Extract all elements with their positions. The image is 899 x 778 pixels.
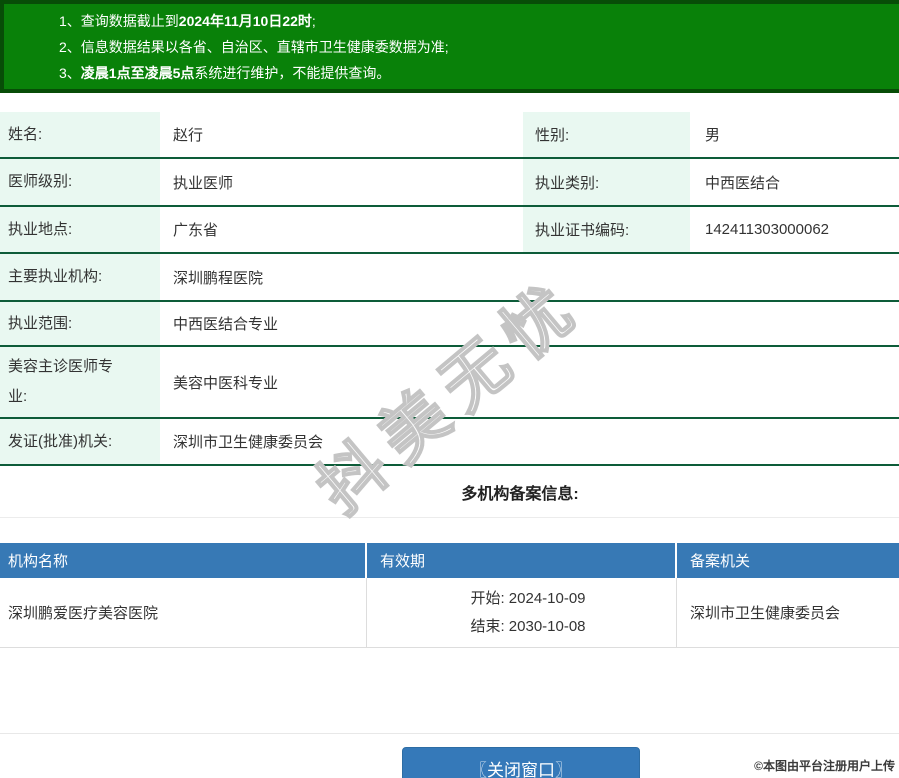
issuing-authority-label: 发证(批准)机关:: [0, 419, 160, 464]
notice-3-text: 3、: [59, 65, 81, 81]
gender-label: 性别:: [523, 112, 690, 157]
column-header-org-name: 机构名称: [0, 543, 367, 578]
practice-scope-label: 执业范围:: [0, 302, 160, 345]
cosmetic-specialty-label: 美容主诊医师专业:: [0, 347, 160, 417]
certificate-number-value: 142411303000062: [705, 221, 830, 238]
profile-row-name-gender: 姓名: 赵行 性别: 男: [0, 112, 899, 159]
cosmetic-specialty-value: 美容中医科专业: [173, 374, 279, 392]
profile-row-location-certno: 执业地点: 广东省 执业证书编码: 142411303000062: [0, 207, 899, 254]
records-table: 机构名称 有效期 备案机关 深圳鹏爱医疗美容医院 开始: 2024-10-09 …: [0, 543, 899, 648]
notice-line-3: 3、凌晨1点至凌晨5点系统进行维护，不能提供查询。: [59, 60, 899, 86]
profile-row-cosmetic-specialty: 美容主诊医师专业: 美容中医科专业: [0, 347, 899, 419]
issuing-authority-value: 深圳市卫生健康委员会: [173, 434, 324, 451]
practice-location-value: 广东省: [173, 222, 219, 239]
notice-1-text: 1、查询数据截止到: [59, 13, 179, 29]
column-header-validity: 有效期: [367, 543, 677, 578]
record-validity: 开始: 2024-10-09 结束: 2030-10-08: [367, 578, 677, 647]
records-section-title: 多机构备案信息:: [461, 486, 579, 503]
profile-row-issuing-authority: 发证(批准)机关: 深圳市卫生健康委员会: [0, 419, 899, 466]
close-window-button[interactable]: 〖关闭窗口〗: [402, 747, 640, 778]
practice-location-label: 执业地点:: [0, 207, 160, 252]
divider: [0, 517, 899, 518]
record-validity-start: 开始: 2024-10-09: [470, 589, 586, 607]
name-label: 姓名:: [0, 112, 160, 157]
profile-row-main-institution: 主要执业机构: 深圳鹏程医院: [0, 254, 899, 302]
doctor-level-label: 医师级别:: [0, 159, 160, 205]
record-authority: 深圳市卫生健康委员会: [690, 605, 841, 622]
record-validity-end: 结束: 2030-10-08: [470, 617, 586, 635]
page-viewport: 1、查询数据截止到2024年11月10日22时; 2、信息数据结果以各省、自治区…: [0, 0, 899, 778]
profile-row-level-category: 医师级别: 执业医师 执业类别: 中西医结合: [0, 159, 899, 207]
name-value: 赵行: [173, 127, 204, 144]
practice-category-value: 中西医结合: [705, 174, 781, 192]
main-institution-label: 主要执业机构:: [0, 254, 160, 300]
doctor-level-value: 执业医师: [173, 174, 234, 192]
notice-3-bold: 凌晨1点至凌晨5点: [80, 65, 195, 81]
notice-2-text: 2、信息数据结果以各省、自治区、直辖市卫生健康委数据为准;: [59, 39, 449, 55]
column-header-record-authority: 备案机关: [690, 553, 751, 570]
practice-scope-value: 中西医结合专业: [173, 316, 279, 333]
main-institution-value: 深圳鹏程医院: [173, 269, 264, 287]
notice-1-suffix: ;: [311, 13, 316, 29]
profile-row-practice-scope: 执业范围: 中西医结合专业: [0, 302, 899, 347]
practice-category-label: 执业类别:: [523, 159, 690, 205]
record-row: 深圳鹏爱医疗美容医院 开始: 2024-10-09 结束: 2030-10-08…: [0, 578, 899, 648]
divider: [0, 733, 899, 734]
record-org-name: 深圳鹏爱医疗美容医院: [0, 578, 367, 647]
notice-banner: 1、查询数据截止到2024年11月10日22时; 2、信息数据结果以各省、自治区…: [0, 0, 899, 93]
copyright-watermark: ©本图由平台注册用户上传: [754, 759, 895, 773]
practitioner-profile-table: 姓名: 赵行 性别: 男 医师级别: 执业医师 执业类别: 中西医结合 执业地点…: [0, 112, 899, 466]
records-header-row: 机构名称 有效期 备案机关: [0, 543, 899, 578]
certificate-number-label: 执业证书编码:: [523, 207, 690, 252]
notice-line-2: 2、信息数据结果以各省、自治区、直辖市卫生健康委数据为准;: [59, 34, 899, 60]
notice-3-suffix: 系统进行维护，不能提供查询。: [194, 65, 391, 81]
notice-line-1: 1、查询数据截止到2024年11月10日22时;: [59, 8, 899, 34]
notice-1-bold: 2024年11月10日22时: [178, 13, 312, 29]
gender-value: 男: [705, 127, 721, 144]
